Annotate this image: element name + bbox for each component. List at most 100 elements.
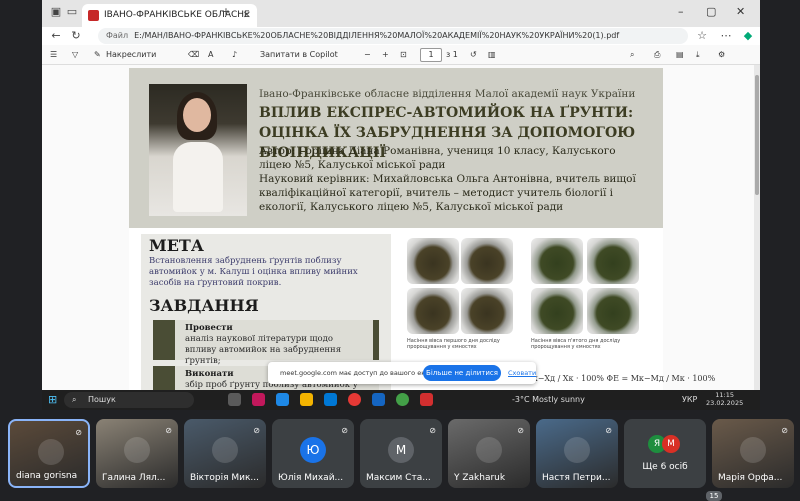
view-icon[interactable]: ▥ [488,50,496,59]
mic-off-icon: ⊘ [429,426,436,435]
participant-name: Настя Петри... [542,473,611,483]
stop-sharing-button[interactable]: Більше не ділитися [423,365,501,381]
draw-icon[interactable]: ✎ [94,50,101,59]
eraser-icon[interactable]: ⌫ [188,50,199,59]
page-count: з 1 [446,50,458,59]
favorites-icon[interactable]: ☆ [694,29,710,42]
back-icon[interactable]: ← [48,29,64,42]
jar-photo [587,288,639,334]
url-text: E:/МАН/ІВАНО-ФРАНКІВСЬКЕ%20ОБЛАСНЕ%20ВІД… [134,31,620,40]
outlook-icon[interactable] [372,393,385,406]
participant-tile[interactable]: ⊘ Марія Орфа... [712,419,794,488]
more-participants-label: Ще 6 осіб [642,462,688,472]
save-as-icon[interactable]: ⤓ [696,50,700,60]
participant-name: Y Zakharuk [454,473,506,483]
contents-icon[interactable]: ☰ [50,50,57,59]
copilot-button[interactable]: Запитати в Copilot [260,50,338,59]
screen-share-bar: meet.google.com має доступ до вашого екр… [268,362,536,384]
author-photo [149,84,247,216]
powerpoint-icon[interactable] [420,393,433,406]
mic-off-icon: ⊘ [605,426,612,435]
avatar [564,437,590,463]
avatar [476,437,502,463]
chrome-icon[interactable] [348,393,361,406]
zoom-in-icon[interactable]: + [382,50,389,59]
zoom-out-icon[interactable]: − [364,50,371,59]
fit-page-icon[interactable]: ⊡ [400,50,407,59]
hide-button[interactable]: Сховати [508,369,536,377]
address-prefix: Файл [106,31,129,40]
edge-icon[interactable] [276,393,289,406]
poster-header: Івано-Франківське обласне відділення Мал… [129,68,663,228]
tab-actions-icon[interactable]: ▭ [64,5,80,18]
mic-off-icon: ⊘ [165,426,172,435]
task-view-icon[interactable] [228,393,241,406]
participant-tile[interactable]: ⊘ diana gorisna [8,419,90,488]
new-tab-icon[interactable]: + [218,5,234,18]
jar-photo [587,238,639,284]
read-aloud-icon[interactable]: ♪ [232,50,237,59]
maximize-icon[interactable]: ▢ [706,5,716,18]
close-tab-icon[interactable]: ✕ [243,4,251,27]
jar-photo [531,288,583,334]
poster: Івано-Франківське обласне відділення Мал… [129,68,716,390]
participant-tile[interactable]: ⊘ Настя Петри... [536,419,618,488]
search-icon: ⌕ [72,395,77,404]
scrollbar[interactable] [754,65,760,390]
date: 23.02.2025 [706,399,744,407]
participant-tile[interactable]: Ю ⊘ Юлія Михай... [272,419,354,488]
pdf-icon [88,10,99,21]
organization: Івано-Франківське обласне відділення Мал… [259,88,636,100]
language-indicator[interactable]: УКР [682,395,697,404]
address-bar: ← ↻ Файл E:/МАН/ІВАНО-ФРАНКІВСЬКЕ%20ОБЛАС… [42,27,760,45]
copilot-icon[interactable]: ◆ [740,29,756,42]
windows-taskbar: ⊞ ⌕ Пошук -3°C Mostly sunny УКР 11:15 23… [42,390,760,410]
jar-photo [461,288,513,334]
refresh-icon[interactable]: ↻ [68,29,84,42]
title-bar: ▣ ▭ ІВАНО-ФРАНКІВСЬКЕ ОБЛАСНЕ ✕ + – ▢ ✕ [42,0,760,27]
draw-button[interactable]: Накреслити [106,50,156,59]
participant-tile[interactable]: М ⊘ Максим Ста... [360,419,442,488]
browser-window: ▣ ▭ ІВАНО-ФРАНКІВСЬКЕ ОБЛАСНЕ ✕ + – ▢ ✕ … [42,0,760,390]
url-field[interactable]: Файл E:/МАН/ІВАНО-ФРАНКІВСЬКЕ%20ОБЛАСНЕ%2… [98,28,688,44]
search-label: Пошук [88,395,116,404]
highlight-icon[interactable]: ▽ [72,50,78,59]
search-pdf-icon[interactable]: ⌕ [630,50,634,60]
text-icon[interactable]: A [208,50,213,59]
workspaces-icon[interactable]: ▣ [48,5,64,18]
avatar [38,439,64,465]
formula: Xк−Xд / Xк · 100% ΦЕ = Mк−Mд / Mк · 100% [527,374,716,383]
save-icon[interactable]: ▤ [676,50,684,59]
participant-name: Марія Орфа... [718,473,783,483]
taskbar-search[interactable]: ⌕ Пошук [64,392,194,408]
tasks-heading: ЗАВДАННЯ [149,296,259,315]
rotate-icon[interactable]: ↺ [470,50,477,59]
mic-off-icon: ⊘ [75,428,82,437]
app-icon[interactable] [252,393,265,406]
task-label: Провести [185,323,233,333]
meet-participant-strip: ⊘ diana gorisna ⊘ Галина Лял... ⊘ Вікторія Ми… [0,410,800,500]
share-message: meet.google.com має доступ до вашого екр… [280,369,444,377]
photo-caption: Насіння вівса п'ятого дня досліду пророщ… [531,338,621,350]
weather[interactable]: -3°C Mostly sunny [512,395,585,404]
page-number-input[interactable]: 1 [420,48,442,62]
pdf-viewport[interactable]: Івано-Франківське обласне відділення Мал… [42,65,754,390]
chrome-icon[interactable] [396,393,409,406]
print-icon[interactable]: ⎙ [654,50,660,60]
mic-off-icon: ⊘ [517,426,524,435]
minimize-icon[interactable]: – [678,5,684,18]
more-participants-tile[interactable]: Я М Ще 6 осіб [624,419,706,488]
time: 11:15 [715,391,734,399]
participant-tile[interactable]: ⊘ Вікторія Мик... [184,419,266,488]
participant-name: Максим Ста... [366,473,431,483]
clock[interactable]: 11:15 23.02.2025 [706,391,743,407]
participant-tile[interactable]: ⊘ Y Zakharuk [448,419,530,488]
file-explorer-icon[interactable] [300,393,313,406]
store-icon[interactable] [324,393,337,406]
close-window-icon[interactable]: ✕ [736,5,745,18]
settings-icon[interactable]: ⚙ [718,50,725,59]
avatar: М [662,435,680,453]
windows-start-icon[interactable]: ⊞ [48,393,57,406]
participant-tile[interactable]: ⊘ Галина Лял... [96,419,178,488]
extensions-icon[interactable]: ⋯ [718,29,734,42]
